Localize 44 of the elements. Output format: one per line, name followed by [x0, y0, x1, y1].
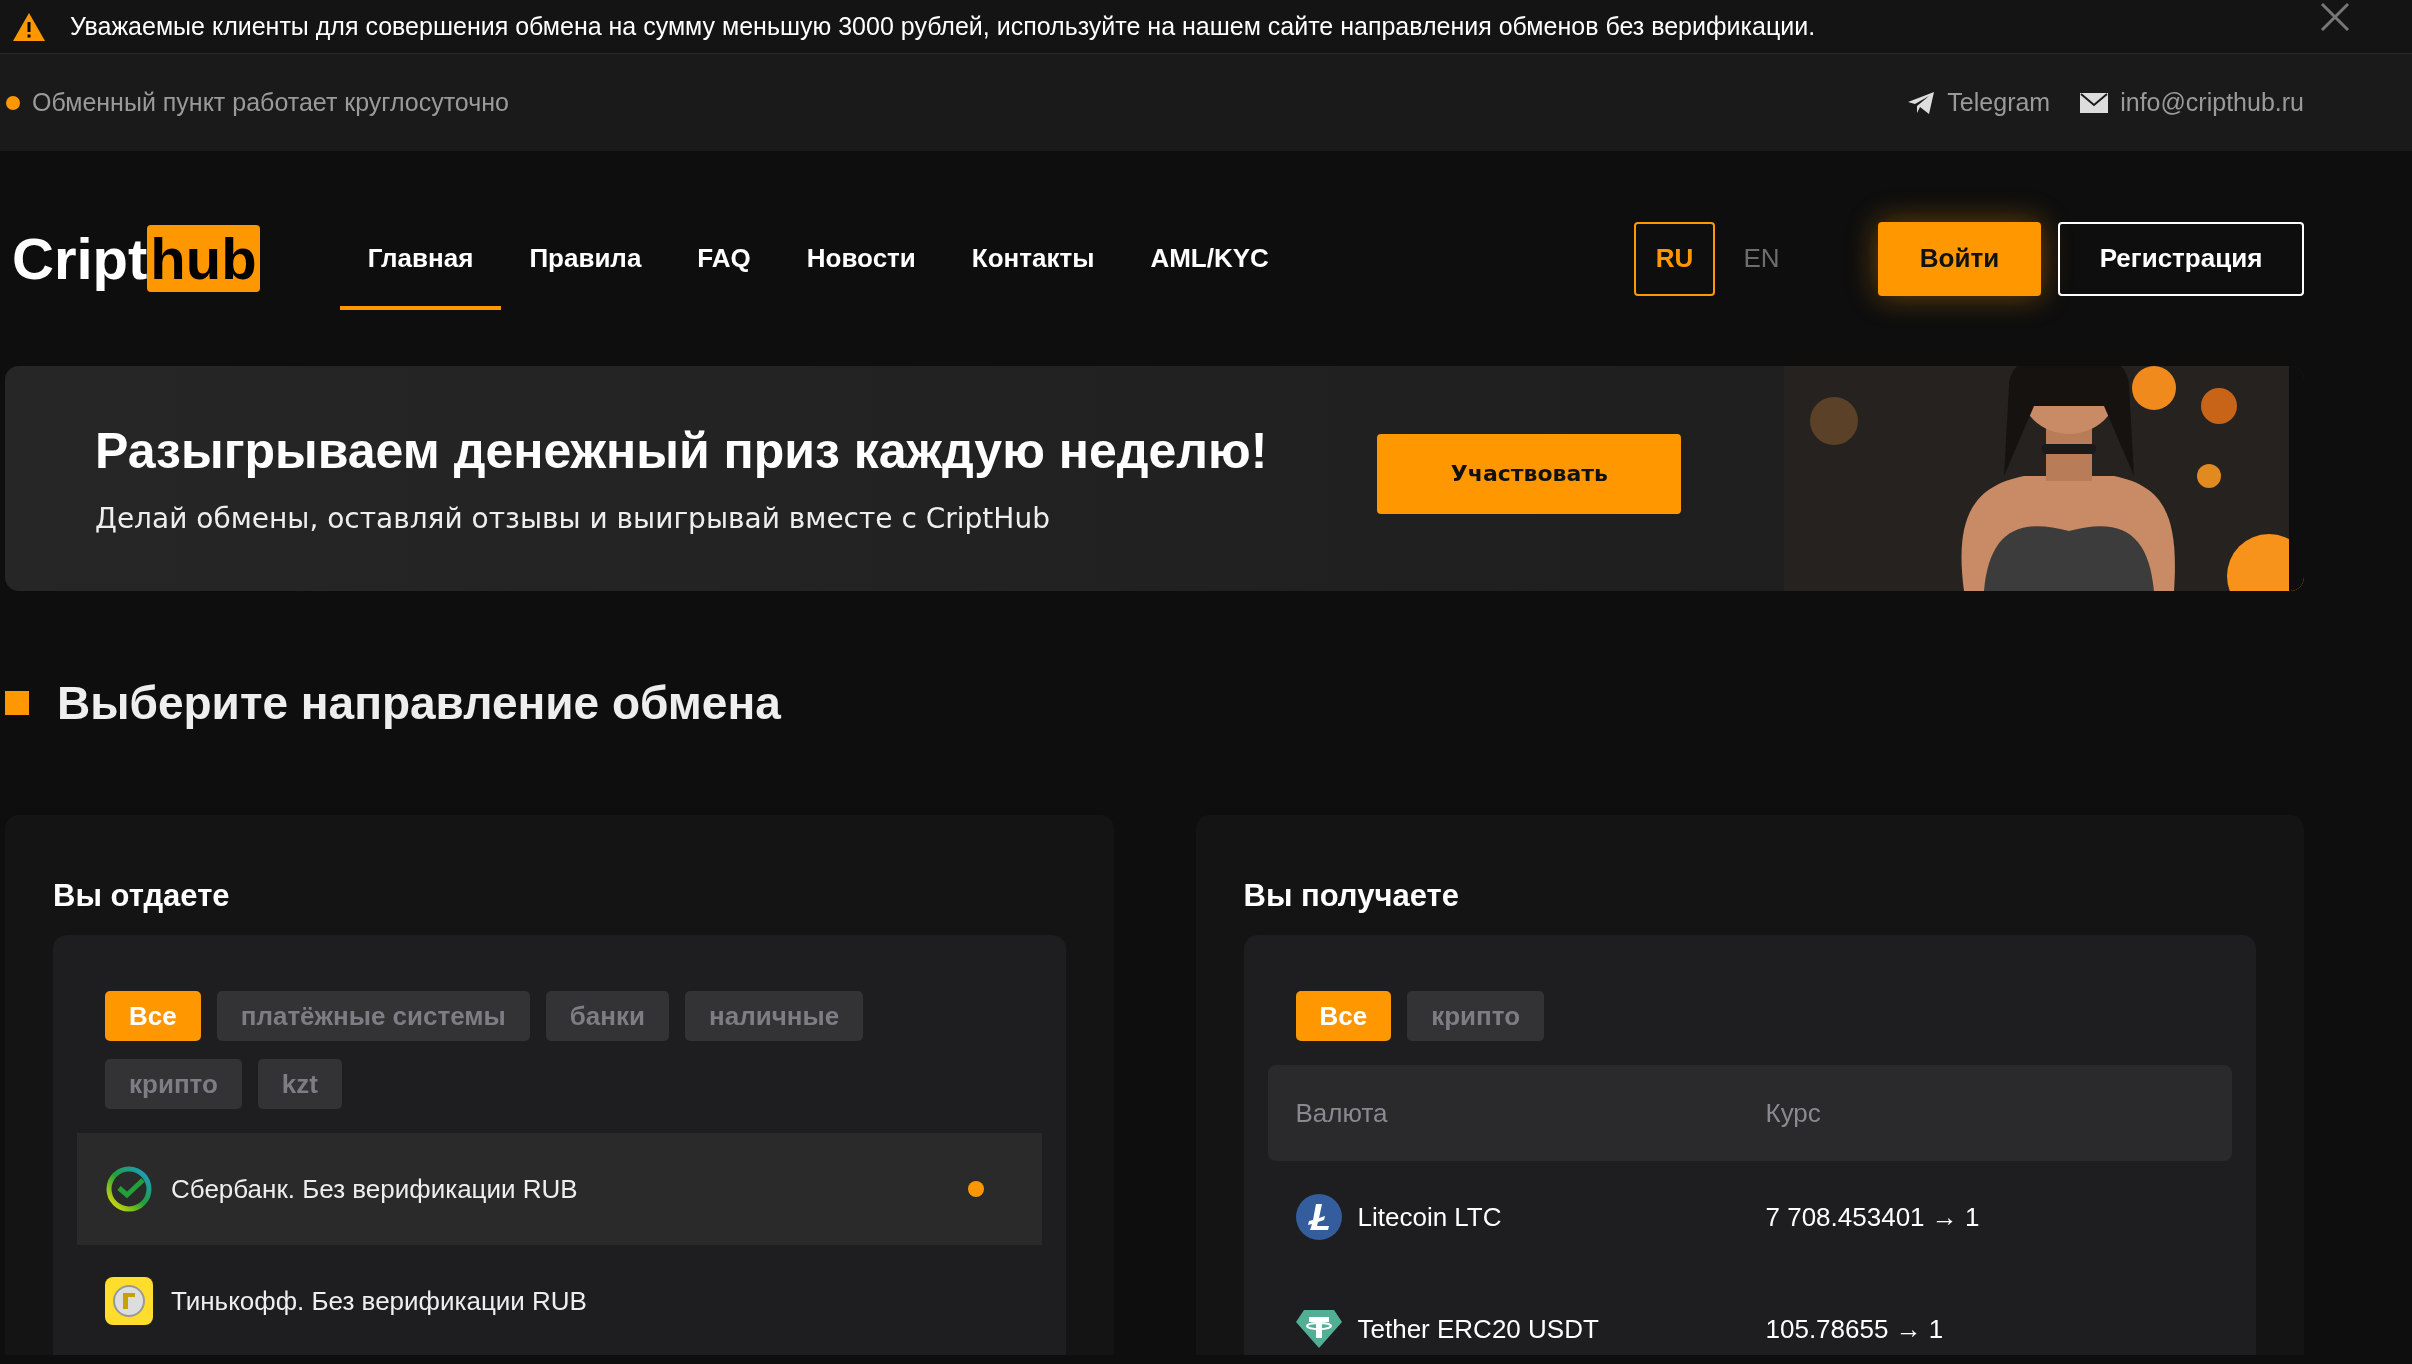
currency-item[interactable]: Сбербанк. Без верификации RUB	[77, 1133, 1042, 1245]
participate-button[interactable]: Участвовать	[1377, 433, 1682, 514]
nav-link[interactable]: AML/KYC	[1122, 211, 1297, 310]
currency-name: Tether ERC20 USDT	[1357, 1313, 1599, 1345]
email-link[interactable]: info@cripthub.ru	[2080, 88, 2304, 117]
table-row[interactable]: Litecoin LTC 7 708.453401 → 1	[1267, 1161, 2232, 1273]
currency-item[interactable]: Тинькофф. Без верификации RUB	[77, 1245, 1042, 1355]
envelope-icon	[2080, 92, 2109, 113]
status-dot	[6, 95, 20, 110]
column-header: Курс	[1765, 1097, 1822, 1129]
rate-cell-text: 7 708.453401 → 1	[1765, 1201, 1981, 1233]
check-ring-icon	[105, 1165, 153, 1213]
banner-subtitle: Делай обмены, оставляй отзывы и выигрывай вместе с CriptHub	[95, 502, 1051, 535]
currency-name: Сбербанк. Без верификации RUB	[171, 1173, 578, 1205]
panel-title: Вы отдаете	[53, 877, 231, 915]
nav-link[interactable]: Новости	[778, 211, 944, 310]
language-button[interactable]: EN	[1721, 221, 1802, 296]
emblem-icon	[105, 1277, 153, 1325]
status-text: Обменный пункт работает круглосуточно	[32, 88, 509, 117]
warning-icon	[12, 11, 46, 42]
register-button[interactable]: Регистрация	[2058, 221, 2304, 296]
nav-link[interactable]: Контакты	[943, 211, 1123, 310]
paper-plane-icon	[1907, 90, 1936, 115]
table-row[interactable]: Tether ERC20 USDT 105.78655 → 1	[1267, 1273, 2232, 1355]
currency-name: Тинькофф. Без верификации RUB	[171, 1285, 587, 1317]
telegram-link[interactable]: Telegram	[1907, 88, 2051, 117]
section-title: Выберите направление обмена	[57, 676, 781, 730]
nav-link[interactable]: FAQ	[669, 211, 779, 310]
notice-text: Уважаемые клиенты для совершения обмена на сумму меньшую 3000 рублей, используйте на нашем сайте направления обменов без верификации.	[70, 12, 1816, 41]
close-button[interactable]	[2318, 0, 2352, 34]
banner-title: Разыгрываем денежный приз каждую неделю!	[95, 422, 1268, 480]
column-header: Валюта	[1295, 1097, 1389, 1129]
language-button[interactable]: RU	[1634, 221, 1715, 296]
currency-name: Litecoin LTC	[1357, 1201, 1502, 1233]
selected-dot	[967, 1181, 984, 1197]
nav-link[interactable]: Правила	[501, 211, 670, 310]
accent-square	[5, 691, 29, 715]
panel-title: Вы получаете	[1243, 877, 1460, 915]
logo[interactable]: Cripthub	[12, 225, 260, 292]
coin-icon	[1295, 1194, 1342, 1240]
nav-link[interactable]: Главная	[339, 211, 502, 310]
rate-cell-text: 105.78655 → 1	[1765, 1313, 1945, 1345]
login-button[interactable]: Войти	[1878, 221, 2041, 296]
coin-icon	[1295, 1308, 1342, 1350]
